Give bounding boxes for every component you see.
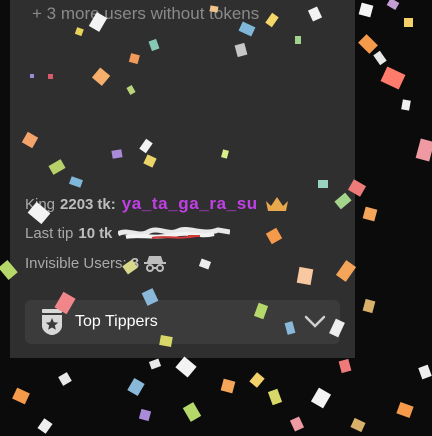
last-tip-line: Last tip 10 tk	[25, 218, 290, 248]
users-panel: + 3 more users without tokens King 2203 …	[10, 0, 355, 358]
king-label: King	[25, 195, 56, 213]
invisible-users-line: Invisible Users: 3	[25, 248, 290, 278]
spy-icon	[144, 256, 167, 272]
dropdown-label: Top Tippers	[75, 313, 158, 330]
crown-icon	[265, 197, 288, 211]
last-tip-unit: tk	[99, 224, 113, 242]
chat-area: + 3 more users without tokens King 2203 …	[0, 0, 432, 436]
chevron-down-icon[interactable]	[304, 315, 326, 329]
last-tip-amount: 10	[78, 224, 96, 242]
last-tip-label: Last tip	[25, 224, 74, 242]
redaction-scribble	[118, 227, 231, 239]
king-line: King 2203 tk: ya_ta_ga_ra_su	[25, 190, 290, 218]
tip-stats: King 2203 tk: ya_ta_ga_ra_su Last tip 10…	[25, 190, 290, 278]
top-tippers-dropdown[interactable]: Top Tippers	[25, 300, 340, 344]
star-badge-icon	[42, 309, 62, 335]
king-username[interactable]: ya_ta_ga_ra_su	[122, 194, 258, 214]
king-unit: tk:	[97, 195, 116, 213]
king-amount: 2203	[60, 195, 94, 213]
invisible-users-label: Invisible Users:	[25, 254, 127, 272]
invisible-users-count: 3	[130, 254, 140, 272]
more-users-text: + 3 more users without tokens	[32, 4, 260, 23]
